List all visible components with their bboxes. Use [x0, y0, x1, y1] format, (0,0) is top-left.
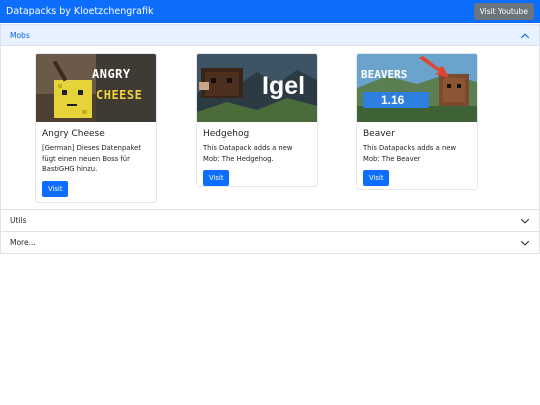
brand-title[interactable]: Datapacks by Kloetzchengrafik	[6, 6, 154, 17]
card-title: Angry Cheese	[42, 129, 105, 139]
accordion-item-utils: Utils	[0, 210, 540, 232]
card-text: This Datapack adds a new Mob: The Hedgeh…	[203, 144, 293, 163]
card-hedgehog: Igel Hedgehog This Datapack adds a new M…	[196, 53, 318, 187]
card-beaver: BEAVERS 1.16 Beaver This Datapacks adds …	[356, 53, 478, 190]
hedgehog-image: Igel	[197, 54, 317, 122]
beaver-image-text-2: 1.16	[381, 93, 405, 107]
accordion-item-mobs: Mobs ANGRY CHEESE Angry Cheese [German] …	[0, 24, 540, 210]
visit-youtube-button[interactable]: Visit Youtube	[473, 3, 534, 20]
visit-button[interactable]: Visit	[363, 170, 390, 186]
accordion-header-mobs[interactable]: Mobs	[1, 25, 539, 46]
accordion-body-mobs: ANGRY CHEESE Angry Cheese [German] Diese…	[1, 46, 539, 209]
visit-button[interactable]: Visit	[42, 180, 69, 197]
accordion-item-more: More...	[0, 232, 540, 254]
accordion-label-mobs: Mobs	[10, 31, 30, 40]
datapack-accordion: Mobs ANGRY CHEESE Angry Cheese [German] …	[0, 24, 540, 254]
beaver-image-text-1: BEAVERS	[361, 68, 408, 81]
accordion-header-utils[interactable]: Utils	[1, 210, 539, 231]
card-title: Beaver	[363, 129, 395, 139]
angry-cheese-image-text-1: ANGRY	[92, 67, 131, 81]
accordion-label-more: More...	[10, 238, 36, 247]
hedgehog-image-text: Igel	[262, 72, 306, 100]
accordion-label-utils: Utils	[10, 216, 27, 225]
card-title: Hedgehog	[203, 129, 250, 139]
card-angry-cheese: ANGRY CHEESE Angry Cheese [German] Diese…	[35, 53, 157, 203]
angry-cheese-image: ANGRY CHEESE	[36, 54, 156, 122]
card-text: [German] Dieses Datenpaket fügt einen ne…	[42, 144, 141, 173]
chevron-down-icon	[520, 218, 530, 224]
accordion-header-more[interactable]: More...	[1, 232, 539, 253]
top-navbar: Datapacks by Kloetzchengrafik Visit Yout…	[0, 0, 540, 23]
chevron-down-icon	[520, 240, 530, 246]
angry-cheese-image-text-2: CHEESE	[96, 88, 143, 102]
chevron-up-icon	[520, 32, 530, 38]
card-text: This Datapacks adds a new Mob: The Beave…	[363, 144, 457, 163]
visit-button[interactable]: Visit	[203, 170, 230, 186]
beaver-image: BEAVERS 1.16	[357, 54, 477, 122]
